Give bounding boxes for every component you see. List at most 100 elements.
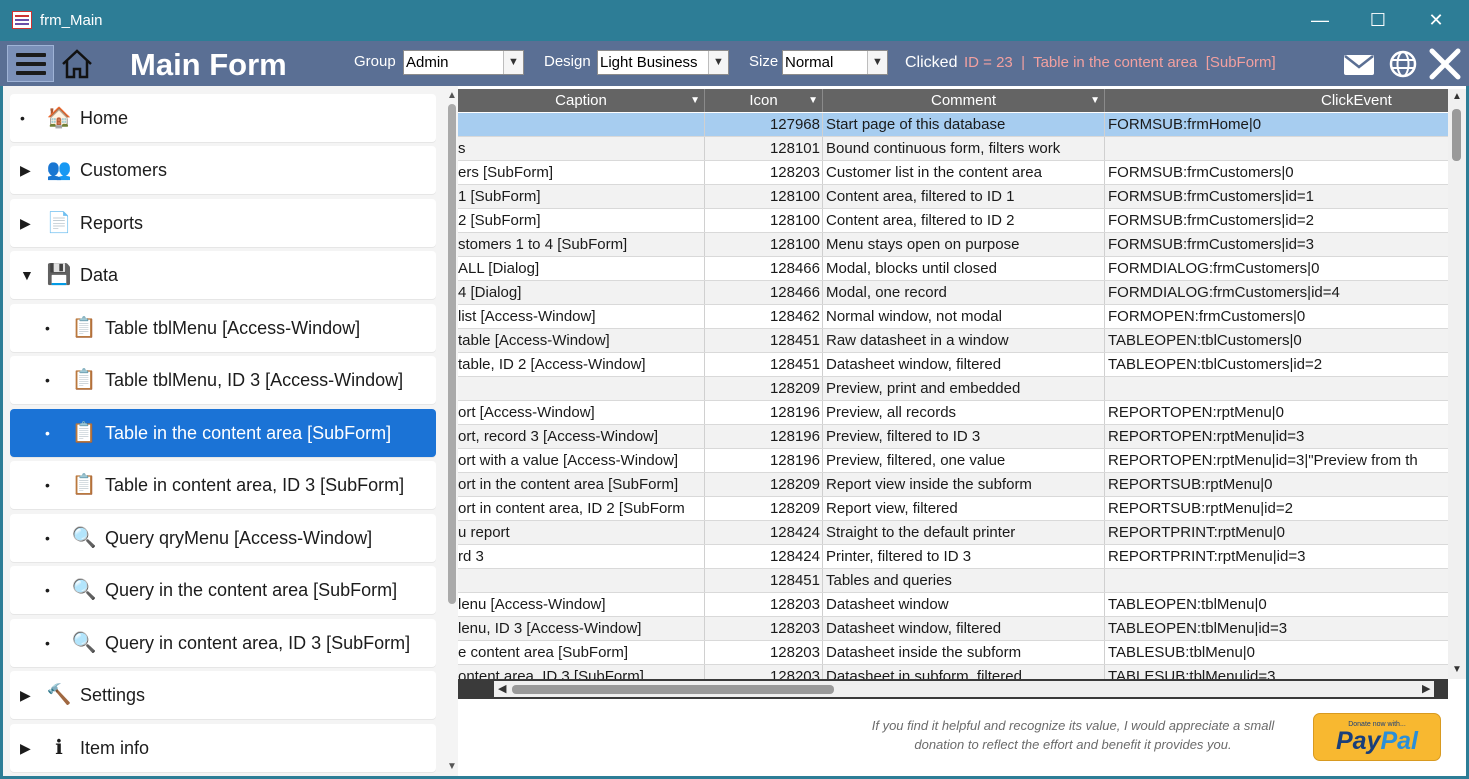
expand-arrow-icon[interactable]: ▶ (20, 671, 31, 719)
table-row[interactable]: ort, record 3 [Access-Window] 128196 Previ… (458, 425, 1448, 449)
cell-caption[interactable] (458, 377, 705, 400)
cell-caption[interactable]: u report (458, 521, 705, 544)
sidebar-scrollbar[interactable]: ▲ ▼ (445, 86, 458, 776)
sidebar-item-query-in-the-content-area-subform[interactable]: • 🔍 Query in the content area [SubForm] (10, 566, 436, 614)
cell-clickevent[interactable]: FORMOPEN:frmCustomers|0 (1105, 305, 1448, 328)
sidebar-item-query-in-content-area-id-3-subform[interactable]: • 🔍 Query in content area, ID 3 [SubForm] (10, 619, 436, 667)
cell-clickevent[interactable]: REPORTSUB:rptMenu|id=2 (1105, 497, 1448, 520)
menu-toggle-button[interactable] (7, 45, 54, 82)
cell-comment[interactable]: Datasheet window, filtered (823, 617, 1105, 640)
cell-caption[interactable]: ort in the content area [SubForm] (458, 473, 705, 496)
cell-comment[interactable]: Normal window, not modal (823, 305, 1105, 328)
cell-clickevent[interactable] (1105, 377, 1448, 400)
grid-hscroll-thumb[interactable] (512, 685, 834, 694)
chevron-down-icon[interactable]: ▼ (708, 51, 728, 74)
cell-icon[interactable]: 128196 (705, 449, 823, 472)
cell-icon[interactable]: 128451 (705, 569, 823, 592)
sidebar-item-reports[interactable]: ▶ 📄 Reports (10, 199, 436, 247)
minimize-button[interactable]: — (1291, 0, 1349, 41)
globe-icon[interactable] (1386, 47, 1420, 81)
cell-comment[interactable]: Preview, filtered, one value (823, 449, 1105, 472)
cell-caption[interactable]: ort in content area, ID 2 [SubForm (458, 497, 705, 520)
cell-clickevent[interactable]: FORMSUB:frmCustomers|0 (1105, 161, 1448, 184)
cell-icon[interactable]: 128203 (705, 641, 823, 664)
cell-comment[interactable]: Datasheet in subform, filtered (823, 665, 1105, 679)
cell-clickevent[interactable] (1105, 569, 1448, 592)
cell-clickevent[interactable]: REPORTPRINT:rptMenu|0 (1105, 521, 1448, 544)
table-row[interactable]: 1 [SubForm] 128100 Content area, filtered … (458, 185, 1448, 209)
cell-comment[interactable]: Raw datasheet in a window (823, 329, 1105, 352)
sidebar-item-data[interactable]: ▼ 💾 Data (10, 251, 436, 299)
cell-comment[interactable]: Preview, print and embedded (823, 377, 1105, 400)
cell-caption[interactable]: ers [SubForm] (458, 161, 705, 184)
cell-icon[interactable]: 128100 (705, 185, 823, 208)
design-select[interactable]: Light Business ▼ (597, 50, 729, 75)
close-window-button[interactable]: ✕ (1407, 0, 1465, 41)
table-row[interactable]: ontent area, ID 3 [SubForm] 128203 Datashe… (458, 665, 1448, 679)
cell-icon[interactable]: 128100 (705, 233, 823, 256)
cell-icon[interactable]: 128466 (705, 257, 823, 280)
table-row[interactable]: stomers 1 to 4 [SubForm] 128100 Menu stays… (458, 233, 1448, 257)
cell-clickevent[interactable]: TABLEOPEN:tblMenu|id=3 (1105, 617, 1448, 640)
cell-icon[interactable]: 128451 (705, 353, 823, 376)
cell-icon[interactable]: 128101 (705, 137, 823, 160)
sidebar-item-item-info[interactable]: ▶ ℹ Item info (10, 724, 436, 772)
cell-clickevent[interactable]: FORMSUB:frmCustomers|id=3 (1105, 233, 1448, 256)
expand-arrow-icon[interactable]: ▶ (20, 724, 31, 772)
cell-comment[interactable]: Tables and queries (823, 569, 1105, 592)
cell-clickevent[interactable]: TABLEOPEN:tblMenu|0 (1105, 593, 1448, 616)
cell-caption[interactable]: ort with a value [Access-Window] (458, 449, 705, 472)
cell-icon[interactable]: 128196 (705, 425, 823, 448)
table-row[interactable]: 128209 Preview, print and embedded (458, 377, 1448, 401)
table-row[interactable]: ort [Access-Window] 128196 Preview, all re… (458, 401, 1448, 425)
cell-caption[interactable]: table, ID 2 [Access-Window] (458, 353, 705, 376)
cell-icon[interactable]: 127968 (705, 113, 823, 136)
cell-icon[interactable]: 128203 (705, 665, 823, 679)
cell-comment[interactable]: Start page of this database (823, 113, 1105, 136)
sidebar-item-query-qrymenu-access-window[interactable]: • 🔍 Query qryMenu [Access-Window] (10, 514, 436, 562)
expand-arrow-icon[interactable]: ▶ (20, 199, 31, 247)
cell-clickevent[interactable]: FORMDIALOG:frmCustomers|0 (1105, 257, 1448, 280)
sidebar-item-table-in-content-area-id-3-subform[interactable]: • 📋 Table in content area, ID 3 [SubForm] (10, 461, 436, 509)
cell-caption[interactable]: stomers 1 to 4 [SubForm] (458, 233, 705, 256)
cell-comment[interactable]: Datasheet inside the subform (823, 641, 1105, 664)
cell-caption[interactable]: lenu [Access-Window] (458, 593, 705, 616)
cell-icon[interactable]: 128424 (705, 521, 823, 544)
table-row[interactable]: list [Access-Window] 128462 Normal window,… (458, 305, 1448, 329)
cell-comment[interactable]: Report view, filtered (823, 497, 1105, 520)
table-row[interactable]: rd 3 128424 Printer, filtered to ID 3 REPOR… (458, 545, 1448, 569)
expanded-arrow-icon[interactable]: ▼ (20, 251, 34, 299)
cell-comment[interactable]: Preview, filtered to ID 3 (823, 425, 1105, 448)
table-row[interactable]: ort with a value [Access-Window] 128196 Pr… (458, 449, 1448, 473)
chevron-down-icon[interactable]: ▼ (867, 51, 887, 74)
grid-scroll-thumb[interactable] (1452, 109, 1461, 161)
cell-icon[interactable]: 128209 (705, 377, 823, 400)
cell-caption[interactable]: e content area [SubForm] (458, 641, 705, 664)
cell-clickevent[interactable]: FORMSUB:frmHome|0 (1105, 113, 1448, 136)
cell-clickevent[interactable]: FORMSUB:frmCustomers|id=2 (1105, 209, 1448, 232)
cell-clickevent[interactable]: REPORTOPEN:rptMenu|id=3|"Preview from th (1105, 449, 1448, 472)
cell-caption[interactable]: ALL [Dialog] (458, 257, 705, 280)
cell-comment[interactable]: Straight to the default printer (823, 521, 1105, 544)
cell-comment[interactable]: Printer, filtered to ID 3 (823, 545, 1105, 568)
cell-icon[interactable]: 128196 (705, 401, 823, 424)
cell-clickevent[interactable]: TABLESUB:tblMenu|id=3 (1105, 665, 1448, 679)
column-header-clickevent[interactable]: ClickEvent (1105, 89, 1448, 112)
cell-clickevent[interactable] (1105, 137, 1448, 160)
cell-caption[interactable]: 2 [SubForm] (458, 209, 705, 232)
cell-caption[interactable]: list [Access-Window] (458, 305, 705, 328)
cell-icon[interactable]: 128203 (705, 617, 823, 640)
table-row[interactable]: table, ID 2 [Access-Window] 128451 Datashe… (458, 353, 1448, 377)
cell-icon[interactable]: 128424 (705, 545, 823, 568)
column-header-icon[interactable]: Icon ▼ (705, 89, 823, 112)
cell-caption[interactable] (458, 569, 705, 592)
sidebar-item-table-tblmenu-id-3-access-window[interactable]: • 📋 Table tblMenu, ID 3 [Access-Window] (10, 356, 436, 404)
cell-comment[interactable]: Bound continuous form, filters work (823, 137, 1105, 160)
cell-icon[interactable]: 128466 (705, 281, 823, 304)
cell-clickevent[interactable]: TABLEOPEN:tblCustomers|id=2 (1105, 353, 1448, 376)
table-row[interactable]: 2 [SubForm] 128100 Content area, filtered … (458, 209, 1448, 233)
cell-comment[interactable]: Modal, blocks until closed (823, 257, 1105, 280)
cell-clickevent[interactable]: TABLEOPEN:tblCustomers|0 (1105, 329, 1448, 352)
cell-caption[interactable]: ontent area, ID 3 [SubForm] (458, 665, 705, 679)
sidebar-item-settings[interactable]: ▶ 🔨 Settings (10, 671, 436, 719)
